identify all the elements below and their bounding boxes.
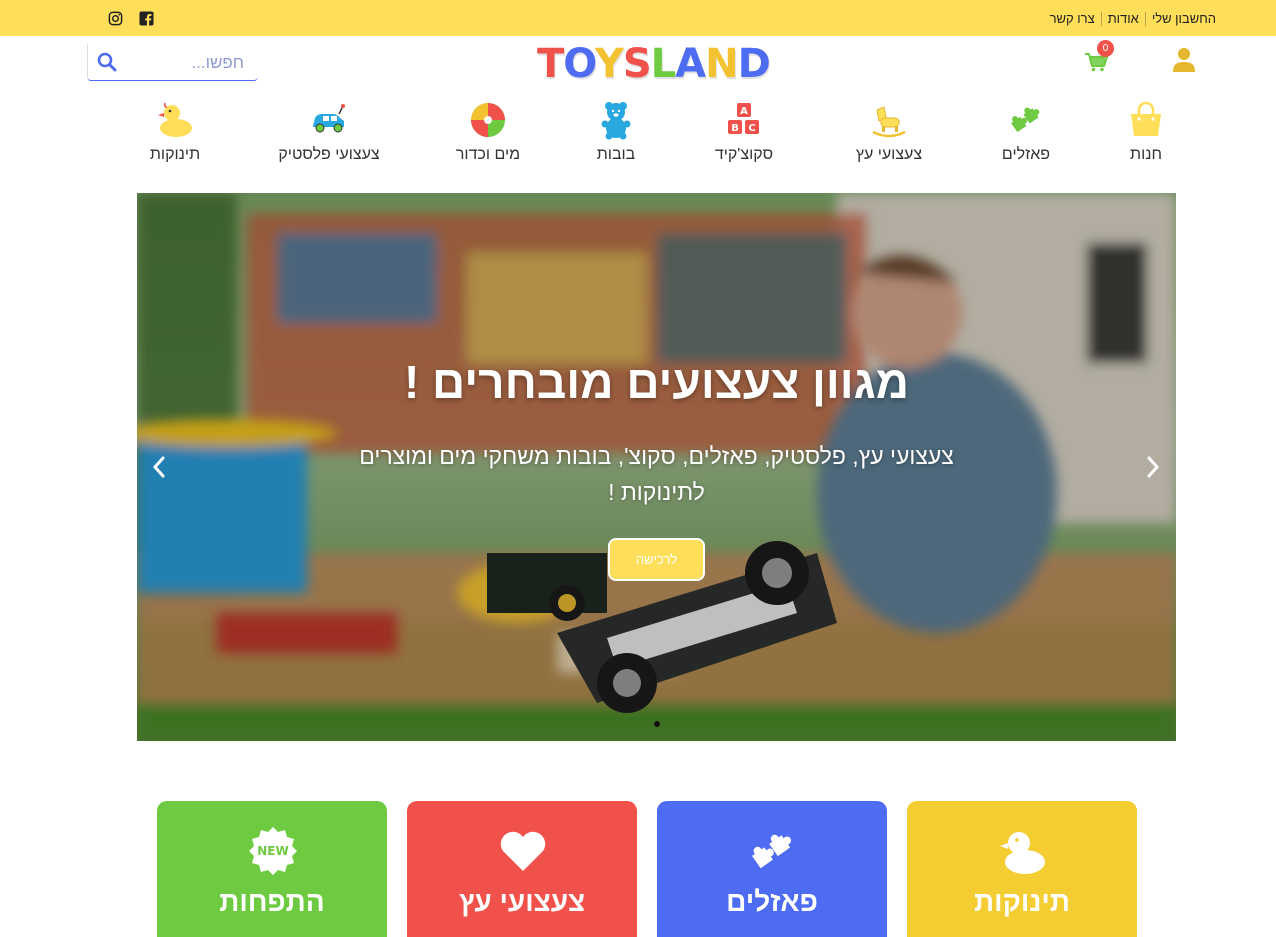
logo-letter: L: [650, 41, 676, 87]
top-bar: החשבון שלי אודות צרו קשר: [0, 0, 1276, 36]
hero-slider[interactable]: מגוון צעצועים מובחרים ! צעצועי עץ, פלסטי…: [137, 193, 1176, 741]
social-links: [108, 11, 154, 26]
tile-label: צעצועי עץ: [458, 886, 586, 917]
teddy-bear-icon: [601, 102, 631, 140]
svg-text:A: A: [740, 106, 748, 117]
nav-label: סקוצ'קיד: [714, 146, 774, 163]
site-header: חפשו... TOYSLAND 0: [0, 36, 1276, 92]
nav-label: צעצועי עץ: [855, 146, 923, 163]
logo-letter: Y: [594, 41, 624, 87]
nav-label: פאזלים: [1001, 146, 1051, 163]
nav-item-water-ball[interactable]: מים וכדור: [428, 100, 548, 164]
nav-label: בובות: [596, 146, 636, 163]
svg-text:B: B: [731, 123, 739, 134]
toy-car-icon: [313, 104, 345, 133]
svg-text:C: C: [748, 123, 755, 134]
logo-letter: T: [537, 41, 564, 87]
search-box[interactable]: חפשו...: [87, 44, 258, 81]
cart-count-badge: 0: [1097, 40, 1114, 57]
puzzle-icon: [1011, 107, 1040, 133]
nav-label: צעצועי פלסטיק: [278, 146, 380, 163]
chevron-right-icon[interactable]: [1145, 455, 1161, 479]
abc-blocks-icon: A B C: [728, 103, 759, 134]
contact-link[interactable]: צרו קשר: [1050, 11, 1095, 26]
logo-letter: A: [675, 41, 706, 87]
rubber-duck-icon: [1000, 832, 1045, 874]
tile-puzzles[interactable]: פאזלים: [657, 801, 887, 937]
nav-item-shop[interactable]: חנות: [1086, 100, 1206, 164]
rubber-duck-icon: [158, 102, 192, 137]
hero-title: מגוון צעצועים מובחרים !: [403, 356, 910, 408]
tile-label: תינוקות: [974, 886, 1070, 917]
nav-label: מים וכדור: [455, 146, 521, 163]
search-input[interactable]: חפשו...: [191, 53, 244, 73]
tile-label: פאזלים: [726, 886, 818, 917]
heart-icon: [500, 831, 546, 871]
buy-now-button[interactable]: לרכישה: [608, 538, 705, 581]
nav-item-dolls[interactable]: בובות: [556, 100, 676, 164]
top-links: החשבון שלי אודות צרו קשר: [1050, 11, 1216, 26]
beach-ball-icon: [471, 103, 505, 137]
hero-subtitle: צעצועי עץ, פלסטיק, פאזלים, סקוצ', בובות …: [337, 438, 976, 510]
nav-item-puzzles[interactable]: פאזלים: [966, 100, 1086, 164]
new-badge-icon: NEW: [249, 827, 297, 875]
logo-letter: S: [622, 41, 652, 87]
hero-subtitle-line-1: צעצועי עץ, פלסטיק, פאזלים, סקוצ', בובות …: [359, 443, 954, 469]
svg-text:NEW: NEW: [257, 844, 288, 858]
nav-item-scotchkid[interactable]: A B C סקוצ'קיד: [684, 100, 804, 164]
shopping-bag-icon: [1131, 101, 1161, 136]
logo-letter: N: [705, 41, 738, 87]
tile-development[interactable]: NEW התפחות: [157, 801, 387, 937]
nav-item-plastic-toys[interactable]: צעצועי פלסטיק: [269, 100, 389, 164]
tile-label: התפחות: [219, 886, 325, 917]
user-icon[interactable]: [1172, 47, 1196, 73]
instagram-icon[interactable]: [108, 11, 123, 26]
facebook-icon[interactable]: [139, 11, 154, 26]
chevron-left-icon[interactable]: [151, 455, 167, 479]
site-logo[interactable]: TOYSLAND: [537, 41, 771, 87]
nav-item-wooden-toys[interactable]: צעצועי עץ: [829, 100, 949, 164]
search-icon[interactable]: [96, 51, 118, 73]
divider: [1144, 11, 1146, 26]
category-nav: חנות פאזלים צעצועי עץ A B C סקוצ'קיד בוב…: [0, 100, 1276, 172]
puzzle-icon: [752, 834, 792, 869]
my-account-link[interactable]: החשבון שלי: [1152, 11, 1216, 26]
rocking-horse-icon: [872, 106, 906, 138]
nav-label: תינוקות: [149, 146, 201, 163]
tile-wooden-toys[interactable]: צעצועי עץ: [407, 801, 637, 937]
divider: [1100, 11, 1102, 26]
cart-button[interactable]: 0: [1083, 40, 1114, 74]
logo-letter: D: [737, 41, 771, 87]
slider-dot[interactable]: [654, 721, 660, 727]
nav-label: חנות: [1130, 146, 1162, 163]
about-link[interactable]: אודות: [1108, 11, 1139, 26]
nav-item-babies[interactable]: תינוקות: [115, 100, 235, 164]
logo-letter: O: [563, 41, 596, 87]
hero-subtitle-line-2: לתינוקות !: [608, 479, 705, 505]
tile-babies[interactable]: תינוקות: [907, 801, 1137, 937]
